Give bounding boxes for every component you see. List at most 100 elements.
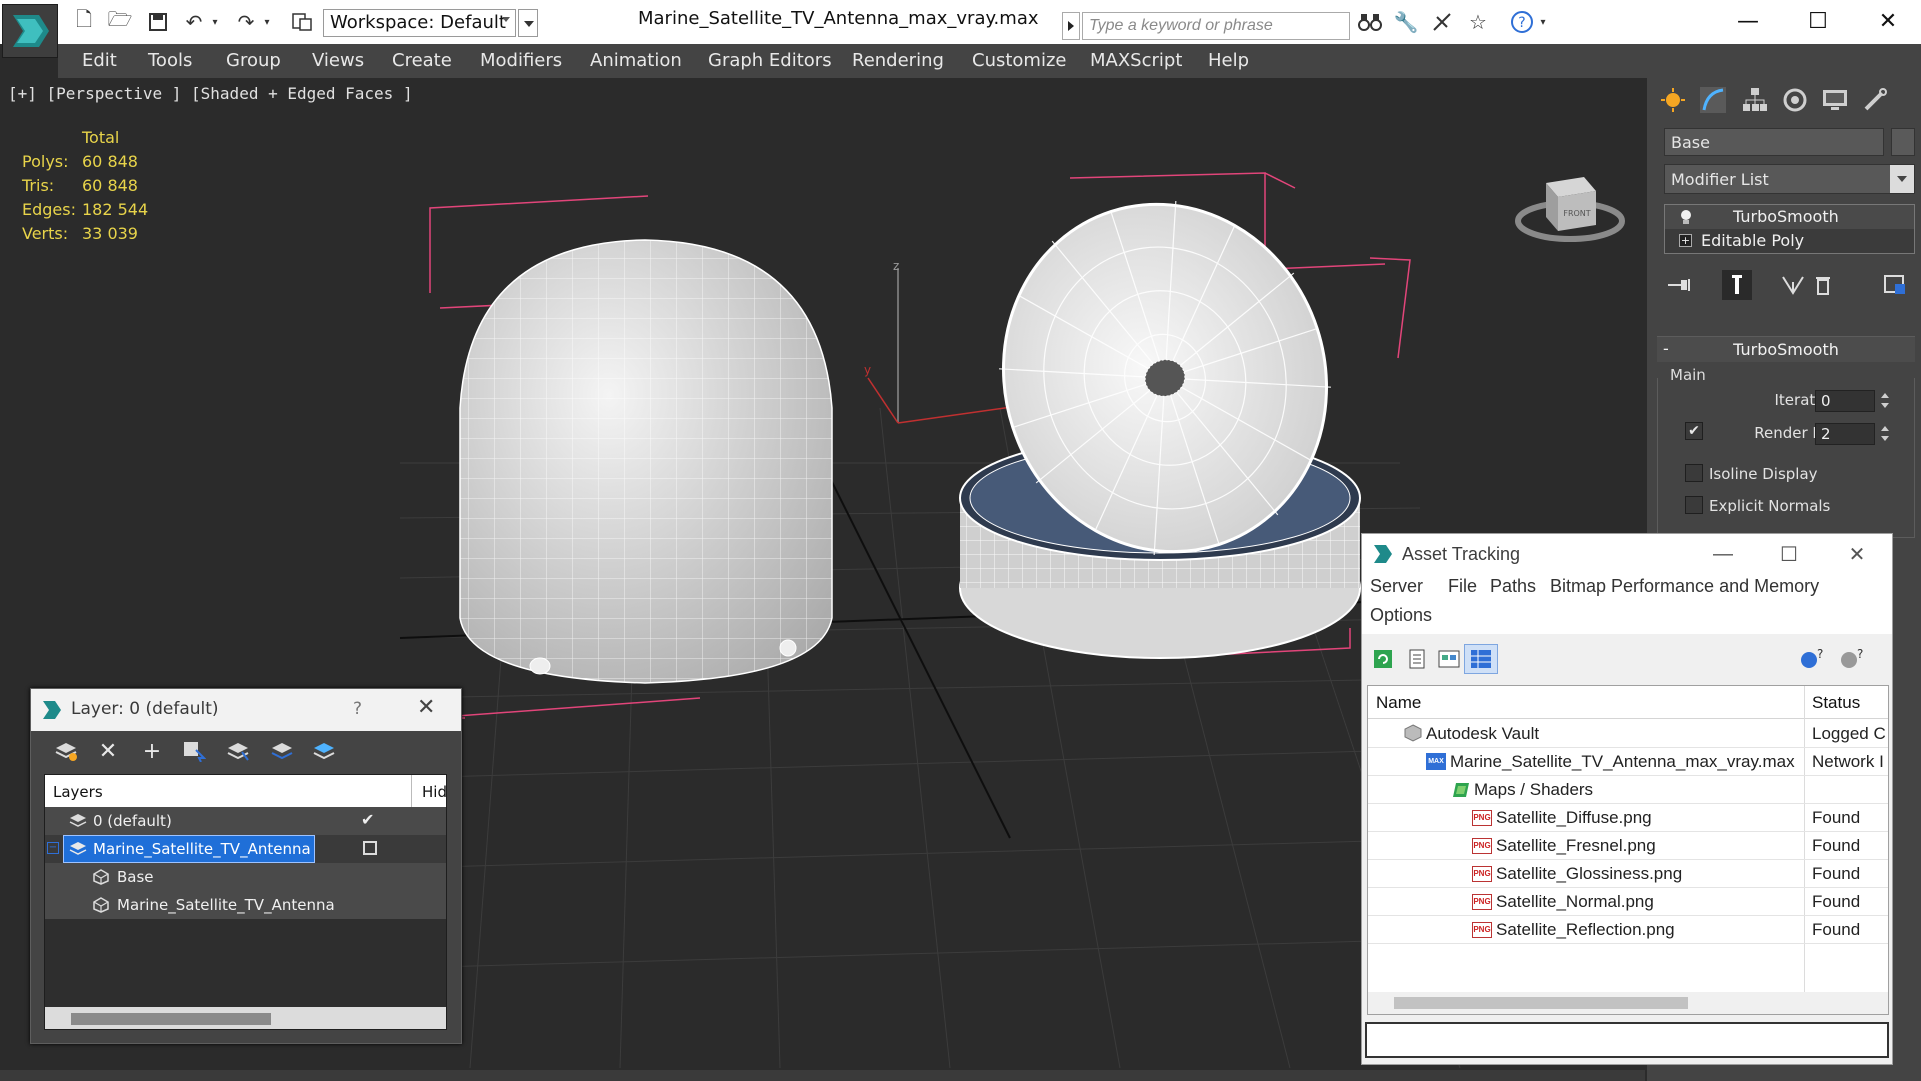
close-button[interactable]: ✕ bbox=[1858, 4, 1918, 38]
explicit-normals-checkbox[interactable] bbox=[1685, 496, 1703, 514]
menu-views[interactable]: Views bbox=[312, 50, 364, 71]
scrollbar-thumb[interactable] bbox=[71, 1013, 271, 1025]
select-in-layer-icon[interactable] bbox=[179, 737, 209, 765]
thumbnail-view-icon[interactable] bbox=[1434, 644, 1464, 674]
undo-icon[interactable]: ↶ bbox=[180, 10, 208, 34]
open-folder-icon[interactable]: 🗁 bbox=[106, 7, 134, 34]
hierarchy-tab-icon[interactable] bbox=[1737, 83, 1773, 117]
menu-help[interactable]: Help bbox=[1208, 50, 1249, 71]
minimize-button[interactable]: — bbox=[1698, 538, 1748, 570]
vault-help-icon[interactable]: ? bbox=[1796, 644, 1826, 674]
layer-row-default[interactable]: 0 (default) ✔ bbox=[45, 807, 446, 835]
layer-object-antenna[interactable]: Marine_Satellite_TV_Antenna bbox=[45, 891, 446, 919]
help-button[interactable]: ? bbox=[353, 699, 362, 719]
current-layer-checkmark[interactable]: ✔ bbox=[361, 810, 374, 829]
refresh-icon[interactable] bbox=[1368, 644, 1398, 674]
menu-paths[interactable]: Paths bbox=[1490, 576, 1536, 597]
list-view-icon[interactable] bbox=[1402, 644, 1432, 674]
maximize-button[interactable]: ☐ bbox=[1764, 538, 1814, 570]
new-file-icon[interactable]: 🗋 bbox=[70, 7, 98, 34]
render-iters-spinner-arrows[interactable] bbox=[1879, 423, 1891, 445]
menu-options[interactable]: Options bbox=[1370, 605, 1432, 626]
col-status[interactable]: Status bbox=[1812, 693, 1860, 713]
undo-dropdown-icon[interactable]: ▾ bbox=[208, 10, 222, 34]
save-icon[interactable] bbox=[144, 10, 172, 34]
minimize-button[interactable]: — bbox=[1718, 4, 1778, 38]
pin-stack-icon[interactable] bbox=[1664, 270, 1694, 300]
asset-row-max-file[interactable]: MAX Marine_Satellite_TV_Antenna_max_vray… bbox=[1368, 748, 1888, 776]
delete-layer-icon[interactable]: ✕ bbox=[93, 737, 123, 765]
turbosmooth-rollout-header[interactable]: - TurboSmooth bbox=[1657, 336, 1915, 362]
asset-row-vault[interactable]: Autodesk Vault Logged C bbox=[1368, 720, 1888, 748]
col-hide[interactable]: Hid bbox=[422, 783, 446, 801]
asset-row-normal[interactable]: PNG Satellite_Normal.png Found bbox=[1368, 888, 1888, 916]
maximize-button[interactable]: ☐ bbox=[1788, 4, 1848, 38]
menu-create[interactable]: Create bbox=[392, 50, 452, 71]
menu-customize[interactable]: Customize bbox=[972, 50, 1066, 71]
menu-file[interactable]: File bbox=[1448, 576, 1477, 597]
iterations-spinner[interactable]: 0 bbox=[1815, 390, 1875, 412]
asset-row-diffuse[interactable]: PNG Satellite_Diffuse.png Found bbox=[1368, 804, 1888, 832]
asset-window-titlebar[interactable]: Asset Tracking — ☐ ✕ bbox=[1362, 534, 1892, 574]
make-unique-icon[interactable] bbox=[1778, 270, 1808, 300]
asset-row-fresnel[interactable]: PNG Satellite_Fresnel.png Found bbox=[1368, 832, 1888, 860]
collapse-minus-icon[interactable]: − bbox=[47, 842, 59, 854]
help-dropdown-icon[interactable]: ▾ bbox=[1536, 10, 1550, 34]
redo-dropdown-icon[interactable]: ▾ bbox=[260, 10, 274, 34]
render-iters-checkbox[interactable]: ✔ bbox=[1685, 422, 1703, 440]
binoculars-icon[interactable] bbox=[1356, 10, 1384, 34]
modify-tab-icon[interactable] bbox=[1695, 83, 1731, 117]
menu-edit[interactable]: Edit bbox=[82, 50, 117, 71]
satellite-icon[interactable] bbox=[1428, 10, 1456, 34]
col-layers[interactable]: Layers bbox=[53, 783, 103, 801]
menu-rendering[interactable]: Rendering bbox=[852, 50, 944, 71]
viewport-label[interactable]: [+] [Perspective ] [Shaded + Edged Faces… bbox=[8, 84, 413, 103]
tools-icon[interactable]: 🔧 bbox=[1392, 10, 1420, 34]
stack-item-turbosmooth[interactable]: TurboSmooth bbox=[1665, 205, 1914, 229]
render-iters-spinner[interactable]: 2 bbox=[1815, 423, 1875, 445]
layer-window-titlebar[interactable]: Layer: 0 (default) ? ✕ bbox=[31, 689, 461, 731]
search-input[interactable] bbox=[1082, 12, 1350, 40]
add-to-layer-icon[interactable]: + bbox=[137, 737, 167, 765]
project-folder-icon[interactable] bbox=[288, 10, 316, 34]
layer-row-marine-antenna[interactable]: − Marine_Satellite_TV_Antenna bbox=[45, 835, 446, 863]
object-name-field[interactable]: Base bbox=[1664, 128, 1884, 156]
show-end-result-icon[interactable] bbox=[1722, 270, 1752, 300]
column-separator[interactable] bbox=[411, 775, 412, 807]
star-icon[interactable]: ☆ bbox=[1464, 10, 1492, 34]
workspace-select[interactable]: Workspace: Default bbox=[323, 9, 516, 37]
asset-row-glossiness[interactable]: PNG Satellite_Glossiness.png Found bbox=[1368, 860, 1888, 888]
modifier-list-dropdown[interactable]: Modifier List bbox=[1664, 164, 1915, 194]
isoline-display-checkbox[interactable] bbox=[1685, 464, 1703, 482]
menu-modifiers[interactable]: Modifiers bbox=[480, 50, 562, 71]
horizontal-scrollbar[interactable] bbox=[1368, 992, 1888, 1014]
menu-maxscript[interactable]: MAXScript bbox=[1090, 50, 1182, 71]
menu-group[interactable]: Group bbox=[226, 50, 281, 71]
horizontal-scrollbar[interactable] bbox=[45, 1007, 446, 1029]
menu-tools[interactable]: Tools bbox=[148, 50, 192, 71]
close-button[interactable]: ✕ bbox=[417, 695, 435, 720]
menu-bitmap-performance[interactable]: Bitmap Performance and Memory bbox=[1550, 576, 1819, 597]
asset-row-maps-shaders[interactable]: Maps / Shaders bbox=[1368, 776, 1888, 804]
create-layer-icon[interactable] bbox=[51, 737, 81, 765]
lightbulb-icon[interactable] bbox=[1679, 209, 1693, 225]
configure-modifier-sets-icon[interactable] bbox=[1880, 270, 1910, 300]
display-tab-icon[interactable] bbox=[1817, 83, 1853, 117]
close-button[interactable]: ✕ bbox=[1832, 538, 1882, 570]
layer-object-base[interactable]: Base bbox=[45, 863, 446, 891]
create-tab-icon[interactable] bbox=[1655, 83, 1691, 117]
vault-settings-icon[interactable]: ? bbox=[1836, 644, 1866, 674]
object-color-swatch[interactable] bbox=[1891, 128, 1915, 156]
col-name[interactable]: Name bbox=[1376, 693, 1421, 713]
workspace-menu-button[interactable] bbox=[518, 9, 538, 37]
menu-server[interactable]: Server bbox=[1370, 576, 1423, 597]
help-icon[interactable]: ? bbox=[1508, 10, 1536, 34]
redo-icon[interactable]: ↷ bbox=[232, 10, 260, 34]
hide-toggle[interactable] bbox=[363, 841, 377, 855]
select-layer-icon[interactable] bbox=[223, 737, 253, 765]
stack-item-editable-poly[interactable]: + Editable Poly bbox=[1665, 229, 1914, 253]
app-logo-button[interactable] bbox=[2, 4, 58, 58]
set-current-layer-icon[interactable] bbox=[267, 737, 297, 765]
expand-plus-icon[interactable]: + bbox=[1679, 234, 1692, 247]
scrollbar-thumb[interactable] bbox=[1394, 997, 1688, 1009]
